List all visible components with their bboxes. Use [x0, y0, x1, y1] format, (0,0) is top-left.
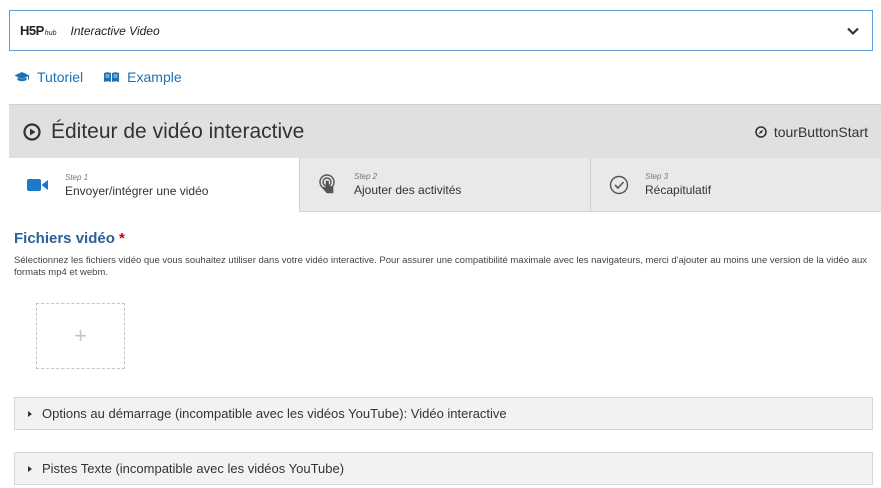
step-number: Step 1: [65, 172, 89, 182]
start-options-section[interactable]: Options au démarrage (incompatible avec …: [14, 397, 873, 430]
content-type-selector[interactable]: H5P hub Interactive Video: [9, 10, 873, 51]
step-label: Récapitulatif: [645, 183, 712, 197]
chevron-down-icon[interactable]: [846, 24, 860, 38]
h5p-hub-logo: H5P hub: [20, 23, 56, 38]
plus-icon: +: [74, 323, 87, 348]
wizard-steps: Step 1 Envoyer/intégrer une vidéo Step 2…: [9, 158, 881, 212]
logo-text: H5P: [20, 23, 44, 38]
tutorial-link-label: Tutoriel: [37, 69, 84, 85]
step-label: Ajouter des activités: [354, 183, 462, 197]
step-number: Step 2: [354, 172, 378, 181]
video-camera-icon: [27, 179, 48, 191]
editor-title: Éditeur de vidéo interactive: [51, 119, 305, 143]
tab-step-2[interactable]: Step 2 Ajouter des activités: [299, 158, 590, 212]
tour-button-label: tourButtonStart: [773, 124, 868, 140]
tab-step-1[interactable]: Step 1 Envoyer/intégrer une vidéo: [9, 158, 299, 212]
example-link[interactable]: Example: [103, 69, 182, 85]
video-files-field: Fichiers vidéo * Sélectionnez les fichie…: [14, 230, 874, 369]
graduation-cap-icon: [14, 72, 30, 82]
editor-header: Éditeur de vidéo interactive tourButtonS…: [9, 104, 881, 158]
field-description: Sélectionnez les fichiers vidéo que vous…: [14, 255, 868, 278]
text-tracks-section[interactable]: Pistes Texte (incompatible avec les vidé…: [14, 452, 873, 485]
field-title: Fichiers vidéo *: [14, 230, 874, 247]
required-marker: *: [119, 230, 125, 247]
step-number: Step 3: [645, 172, 669, 181]
tutorial-link[interactable]: Tutoriel: [14, 69, 83, 85]
logo-sub-text: hub: [44, 30, 57, 37]
add-video-button[interactable]: +: [36, 303, 125, 369]
field-title-text: Fichiers vidéo: [14, 230, 115, 247]
section-label: Options au démarrage (incompatible avec …: [42, 406, 507, 421]
tour-start-button[interactable]: tourButtonStart: [755, 124, 868, 140]
caret-right-icon: [28, 410, 32, 417]
check-circle-icon: [609, 175, 629, 194]
step-label: Envoyer/intégrer une vidéo: [65, 183, 209, 198]
example-link-label: Example: [127, 69, 182, 85]
tab-step-3[interactable]: Step 3 Récapitulatif: [590, 158, 881, 212]
play-circle-icon: [23, 122, 41, 141]
section-label: Pistes Texte (incompatible avec les vidé…: [42, 461, 345, 476]
tap-icon: [319, 173, 335, 193]
caret-right-icon: [28, 465, 32, 472]
selected-content-type: Interactive Video: [70, 23, 160, 38]
help-links: Tutoriel Example: [14, 69, 182, 85]
compass-icon: [755, 126, 767, 138]
book-icon: [104, 72, 120, 82]
